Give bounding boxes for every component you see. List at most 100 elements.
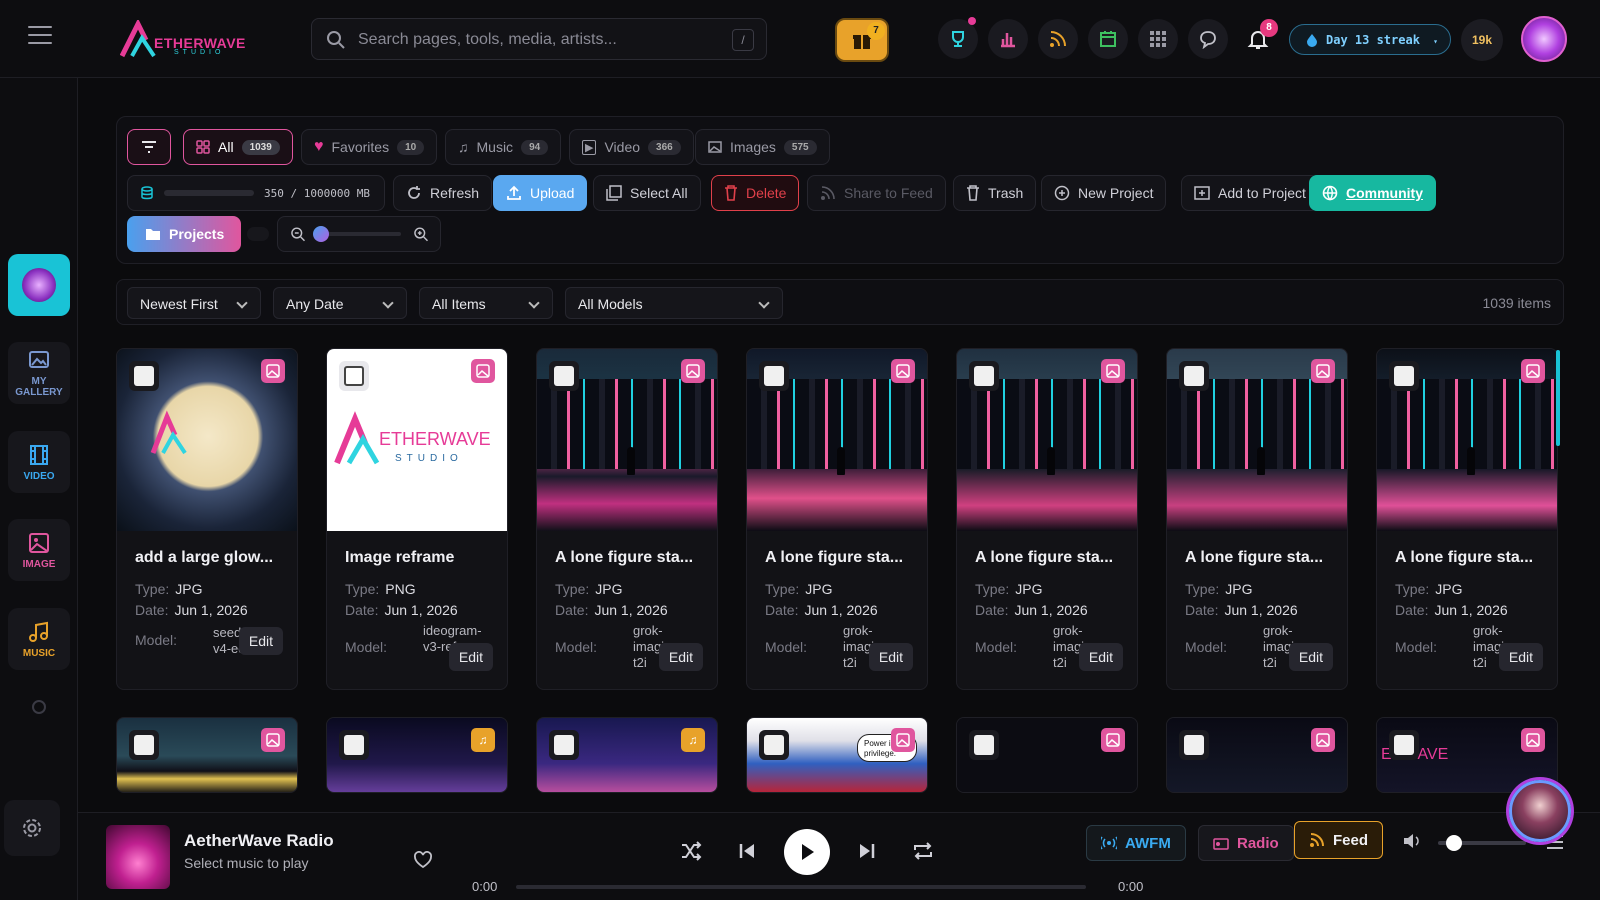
play-button[interactable]	[784, 829, 830, 875]
chat-button[interactable]	[1188, 19, 1228, 59]
select-checkbox[interactable]	[1389, 730, 1419, 760]
date-value: Jun 1, 2026	[1224, 602, 1298, 618]
media-card[interactable]: A lone figure sta... Type: JPG Date: Jun 1, …	[1166, 348, 1348, 690]
select-checkbox[interactable]	[1389, 361, 1419, 391]
projects-button[interactable]: Projects	[127, 216, 241, 252]
media-card[interactable]	[116, 717, 298, 793]
trophy-button[interactable]	[938, 17, 978, 59]
share-to-feed-button[interactable]: Share to Feed	[807, 175, 946, 211]
user-avatar[interactable]	[1521, 16, 1567, 62]
refresh-button[interactable]: Refresh	[393, 175, 493, 211]
repeat-icon[interactable]	[912, 841, 934, 861]
streak-badge[interactable]: Day 13 streak ▾	[1289, 24, 1451, 55]
media-card[interactable]: ♫	[536, 717, 718, 793]
assistant-avatar-button[interactable]	[1509, 780, 1571, 842]
media-card[interactable]: ETHERWAVE STUDIO Image reframe Type: PNG D…	[326, 348, 508, 690]
select-checkbox[interactable]	[129, 361, 159, 391]
album-art[interactable]	[106, 825, 170, 889]
media-card[interactable]: A lone figure sta... Type: JPG Date: Jun 1, …	[1376, 348, 1558, 690]
settings-button[interactable]	[4, 800, 60, 856]
select-checkbox[interactable]	[339, 730, 369, 760]
media-card[interactable]: ♫	[326, 717, 508, 793]
media-card[interactable]	[956, 717, 1138, 793]
card-title: A lone figure sta...	[975, 549, 1114, 566]
media-card[interactable]: Power is privilege.	[746, 717, 928, 793]
select-checkbox[interactable]	[969, 361, 999, 391]
select-checkbox[interactable]	[1179, 730, 1209, 760]
edit-button[interactable]: Edit	[868, 643, 913, 671]
radio-button[interactable]: Radio	[1198, 825, 1294, 861]
compass-icon[interactable]	[32, 700, 46, 714]
select-checkbox[interactable]	[549, 361, 579, 391]
edit-button[interactable]: Edit	[448, 643, 493, 671]
edit-button[interactable]: Edit	[1288, 643, 1333, 671]
select-checkbox[interactable]	[969, 730, 999, 760]
shuffle-icon[interactable]	[680, 841, 702, 861]
next-icon[interactable]	[858, 842, 876, 860]
select-checkbox[interactable]	[759, 730, 789, 760]
date-label: Date:	[135, 602, 169, 618]
select-checkbox[interactable]	[1179, 361, 1209, 391]
media-card[interactable]	[1166, 717, 1348, 793]
apps-button[interactable]	[1138, 19, 1178, 59]
sidebar-item-image[interactable]: IMAGE	[8, 519, 70, 581]
awfm-button[interactable]: AWFM	[1086, 825, 1186, 861]
media-card[interactable]: A lone figure sta... Type: JPG Date: Jun 1, …	[536, 348, 718, 690]
media-card[interactable]: add a large glow... Type: JPG Date: Jun 1,…	[116, 348, 298, 690]
tab-favorites[interactable]: ♥ Favorites 10	[301, 129, 438, 165]
tab-images[interactable]: Images 575	[695, 129, 830, 165]
delete-button[interactable]: Delete	[711, 175, 800, 211]
select-checkbox[interactable]	[549, 730, 579, 760]
new-project-button[interactable]: New Project	[1041, 175, 1167, 211]
notifications-button[interactable]: 8	[1238, 19, 1278, 59]
sort-dropdown[interactable]: Newest First	[127, 287, 261, 319]
gift-button[interactable]: 7	[835, 18, 889, 62]
edit-button[interactable]: Edit	[1498, 643, 1543, 671]
heart-outline-icon[interactable]	[413, 851, 433, 869]
hamburger-menu-icon[interactable]	[28, 26, 52, 46]
charts-button[interactable]	[988, 19, 1028, 59]
calendar-button[interactable]	[1088, 19, 1128, 59]
previous-icon[interactable]	[738, 842, 756, 860]
zoom-in-icon[interactable]	[413, 226, 428, 242]
search-input[interactable]: Search pages, tools, media, artists... /	[311, 18, 767, 60]
date-dropdown[interactable]: Any Date	[273, 287, 407, 319]
points-badge[interactable]: 19k	[1461, 19, 1503, 61]
sidebar-item-gallery[interactable]: MY GALLERY	[8, 342, 70, 404]
trash-button[interactable]: Trash	[953, 175, 1037, 211]
media-card[interactable]: A lone figure sta... Type: JPG Date: Jun 1, …	[956, 348, 1138, 690]
view-toggle[interactable]	[247, 227, 269, 241]
rss-button[interactable]	[1038, 19, 1078, 59]
edit-button[interactable]: Edit	[1078, 643, 1123, 671]
zoom-slider-thumb[interactable]	[313, 226, 330, 242]
select-checkbox[interactable]	[759, 361, 789, 391]
community-button[interactable]: Community	[1309, 175, 1436, 211]
items-dropdown[interactable]: All Items	[419, 287, 553, 319]
sidebar-item-home[interactable]	[8, 254, 70, 316]
add-to-project-button[interactable]: Add to Project	[1181, 175, 1319, 211]
progress-bar[interactable]	[516, 885, 1086, 889]
edit-button[interactable]: Edit	[658, 643, 703, 671]
volume-icon[interactable]	[1403, 833, 1421, 849]
sidebar-item-music[interactable]: MUSIC	[8, 608, 70, 670]
models-dropdown[interactable]: All Models	[565, 287, 783, 319]
volume-thumb[interactable]	[1446, 835, 1462, 851]
filter-toggle-button[interactable]	[127, 129, 171, 165]
sidebar-item-video[interactable]: VIDEO	[8, 431, 70, 493]
edit-button[interactable]: Edit	[238, 627, 283, 655]
globe-icon	[1322, 185, 1338, 201]
upload-button[interactable]: Upload	[493, 175, 588, 211]
grid-scrollbar[interactable]	[1556, 350, 1560, 446]
tab-music[interactable]: ♫ Music 94	[445, 129, 562, 165]
media-card[interactable]: A lone figure sta... Type: JPG Date: Jun 1, …	[746, 348, 928, 690]
select-checkbox[interactable]	[129, 730, 159, 760]
zoom-out-icon[interactable]	[290, 226, 305, 242]
volume-slider[interactable]	[1438, 835, 1526, 851]
app-logo[interactable]: ETHERWAVE STUDIO	[120, 18, 250, 60]
select-checkbox[interactable]	[339, 361, 369, 391]
select-all-button[interactable]: Select All	[593, 175, 701, 211]
zoom-slider[interactable]	[313, 226, 401, 242]
feed-button[interactable]: Feed	[1294, 821, 1384, 859]
tab-video[interactable]: ▶ Video 366	[569, 129, 694, 165]
tab-all[interactable]: All 1039	[183, 129, 293, 165]
